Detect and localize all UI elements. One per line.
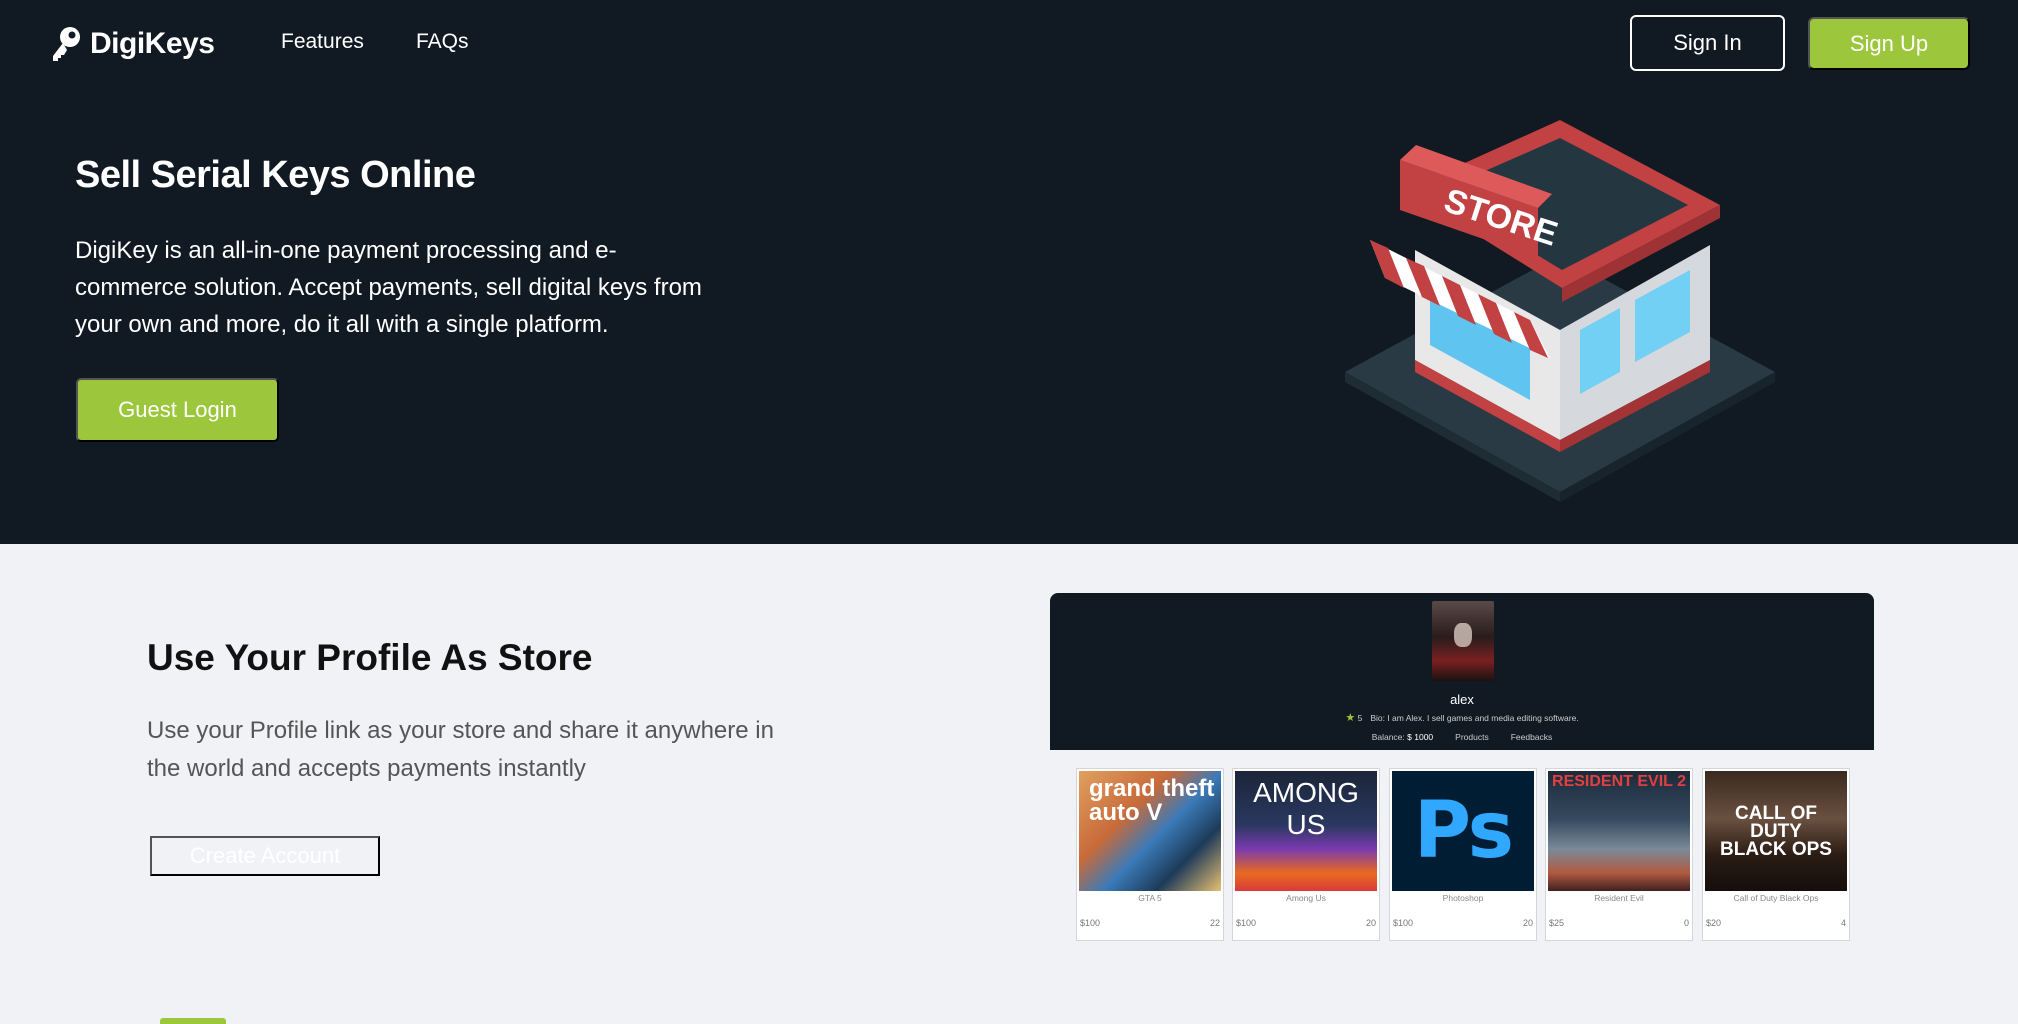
hero-description: DigiKey is an all-in-one payment process… (75, 237, 702, 338)
product-stock: 4 (1840, 918, 1846, 928)
create-account-button[interactable]: Create Account (150, 836, 380, 876)
product-cover: grand theft auto V (1079, 771, 1221, 891)
rating: ★ 5 (1345, 711, 1362, 724)
product-name: Among Us (1286, 893, 1326, 903)
profile-name: alex (1450, 692, 1474, 707)
profile-preview-card: alex ★ 5 Bio: I am Alex. I sell games an… (1050, 593, 1874, 750)
rating-value: 5 (1357, 713, 1363, 723)
balance-label: Balance: (1371, 732, 1405, 742)
product-name: GTA 5 (1138, 893, 1162, 903)
product-stock: 22 (1209, 918, 1220, 928)
photoshop-logo: Ps (1413, 786, 1514, 876)
hero-title: Sell Serial Keys Online (75, 154, 476, 196)
product-cover: CALL OF DUTY BLACK OPS (1705, 771, 1847, 891)
balance: Balance: $ 1000 (1372, 732, 1433, 742)
product-stock: 20 (1365, 918, 1376, 928)
nav-features-link[interactable]: Features (281, 30, 364, 54)
product-cover: RESIDENT EVIL 2 (1548, 771, 1690, 891)
brand-name: DigiKeys (90, 27, 215, 60)
profile-bio: Bio: I am Alex. I sell games and media e… (1370, 712, 1579, 723)
avatar (1432, 601, 1494, 681)
product-stock: 20 (1522, 918, 1533, 928)
store-illustration: STORE (1345, 120, 1775, 502)
cover-title: AMONG US (1253, 777, 1359, 840)
sign-in-button[interactable]: Sign In (1630, 15, 1785, 71)
product-name: Call of Duty Black Ops (1733, 893, 1819, 903)
hero-section: DigiKeys Features FAQs Sign In Sign Up S… (0, 0, 2018, 544)
profile-bio-line: ★ 5 Bio: I am Alex. I sell games and med… (1050, 711, 1874, 724)
product-cover: AMONG US (1235, 771, 1377, 891)
product-price: $20 (1706, 918, 1722, 928)
guest-login-button[interactable]: Guest Login (76, 378, 279, 442)
key-icon (53, 27, 80, 61)
product-price: $100 (1080, 918, 1101, 928)
product-stock: 0 (1683, 918, 1689, 928)
avatar-face (1454, 623, 1472, 647)
product-price: $100 (1393, 918, 1414, 928)
product-name: Photoshop (1442, 893, 1484, 903)
product-price: $25 (1549, 918, 1565, 928)
balance-value: $ 1000 (1407, 732, 1434, 742)
nav-faqs-link[interactable]: FAQs (416, 30, 469, 54)
profile-stats: Balance: $ 1000 Products Feedbacks (1050, 732, 1874, 742)
cover-title: grand theft auto V (1089, 775, 1215, 826)
product-card-photoshop[interactable]: Ps Photoshop $100 20 (1389, 768, 1537, 941)
cover-title: CALL OF DUTY BLACK OPS (1720, 803, 1832, 860)
product-cover: Ps (1392, 771, 1534, 891)
products-link[interactable]: Products (1455, 732, 1489, 742)
profile-section-description: Use your Profile link as your store and … (147, 717, 774, 782)
product-card-call-of-duty[interactable]: CALL OF DUTY BLACK OPS Call of Duty Blac… (1702, 768, 1850, 941)
product-name: Resident Evil (1594, 893, 1644, 903)
partial-green-button (160, 1018, 226, 1024)
sign-up-button[interactable]: Sign Up (1808, 17, 1970, 70)
star-icon: ★ (1345, 712, 1356, 724)
product-card-gta5[interactable]: grand theft auto V GTA 5 $100 22 (1076, 768, 1224, 941)
brand-logo[interactable]: DigiKeys (50, 24, 215, 64)
product-card-among-us[interactable]: AMONG US Among Us $100 20 (1232, 768, 1380, 941)
product-card-resident-evil[interactable]: RESIDENT EVIL 2 Resident Evil $25 0 (1545, 768, 1693, 941)
product-price: $100 (1236, 918, 1257, 928)
feedbacks-link[interactable]: Feedbacks (1511, 732, 1553, 742)
cover-title: RESIDENT EVIL 2 (1552, 773, 1686, 790)
profile-section-title: Use Your Profile As Store (147, 637, 593, 678)
